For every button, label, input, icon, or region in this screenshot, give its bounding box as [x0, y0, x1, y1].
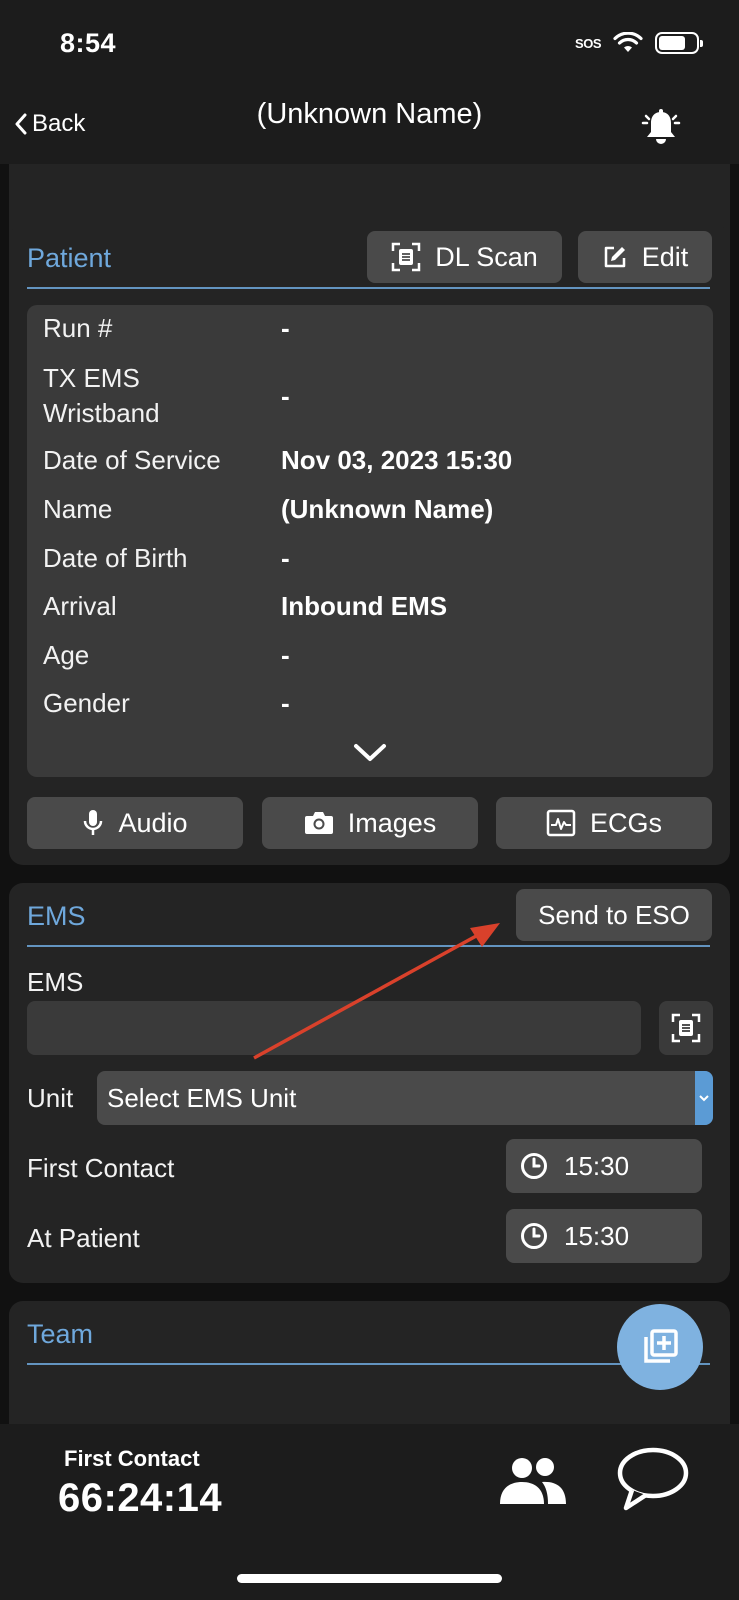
- chat-button[interactable]: [616, 1446, 690, 1512]
- status-time: 8:54: [60, 28, 117, 58]
- status-icons: SOS: [575, 32, 703, 54]
- scroll-content[interactable]: Patient DL Scan Edit Run # - TX EMS Wris…: [0, 164, 739, 1424]
- status-bar: 8:54 SOS: [0, 0, 739, 88]
- page-title: (Unknown Name): [256, 98, 483, 130]
- bottom-bar: First Contact 66:24:14: [0, 1424, 739, 1600]
- annotation-arrow: [253, 923, 500, 1060]
- people-icon: [500, 1458, 566, 1504]
- bell-icon: [641, 109, 681, 144]
- timer-value: 66:24:14: [58, 1476, 223, 1520]
- nav-bar: Back (Unknown Name): [0, 88, 739, 164]
- chat-bubble-icon: [617, 1447, 689, 1511]
- battery-icon: [655, 32, 703, 54]
- alert-bell-button[interactable]: [641, 108, 681, 148]
- team-button[interactable]: [498, 1454, 568, 1506]
- wifi-icon: [613, 32, 643, 52]
- sos-indicator: SOS: [575, 35, 601, 51]
- home-indicator[interactable]: [237, 1574, 502, 1583]
- timer-label: First Contact: [64, 1446, 200, 1471]
- add-copy-icon: [644, 1329, 678, 1363]
- add-fab-button[interactable]: [617, 1304, 703, 1390]
